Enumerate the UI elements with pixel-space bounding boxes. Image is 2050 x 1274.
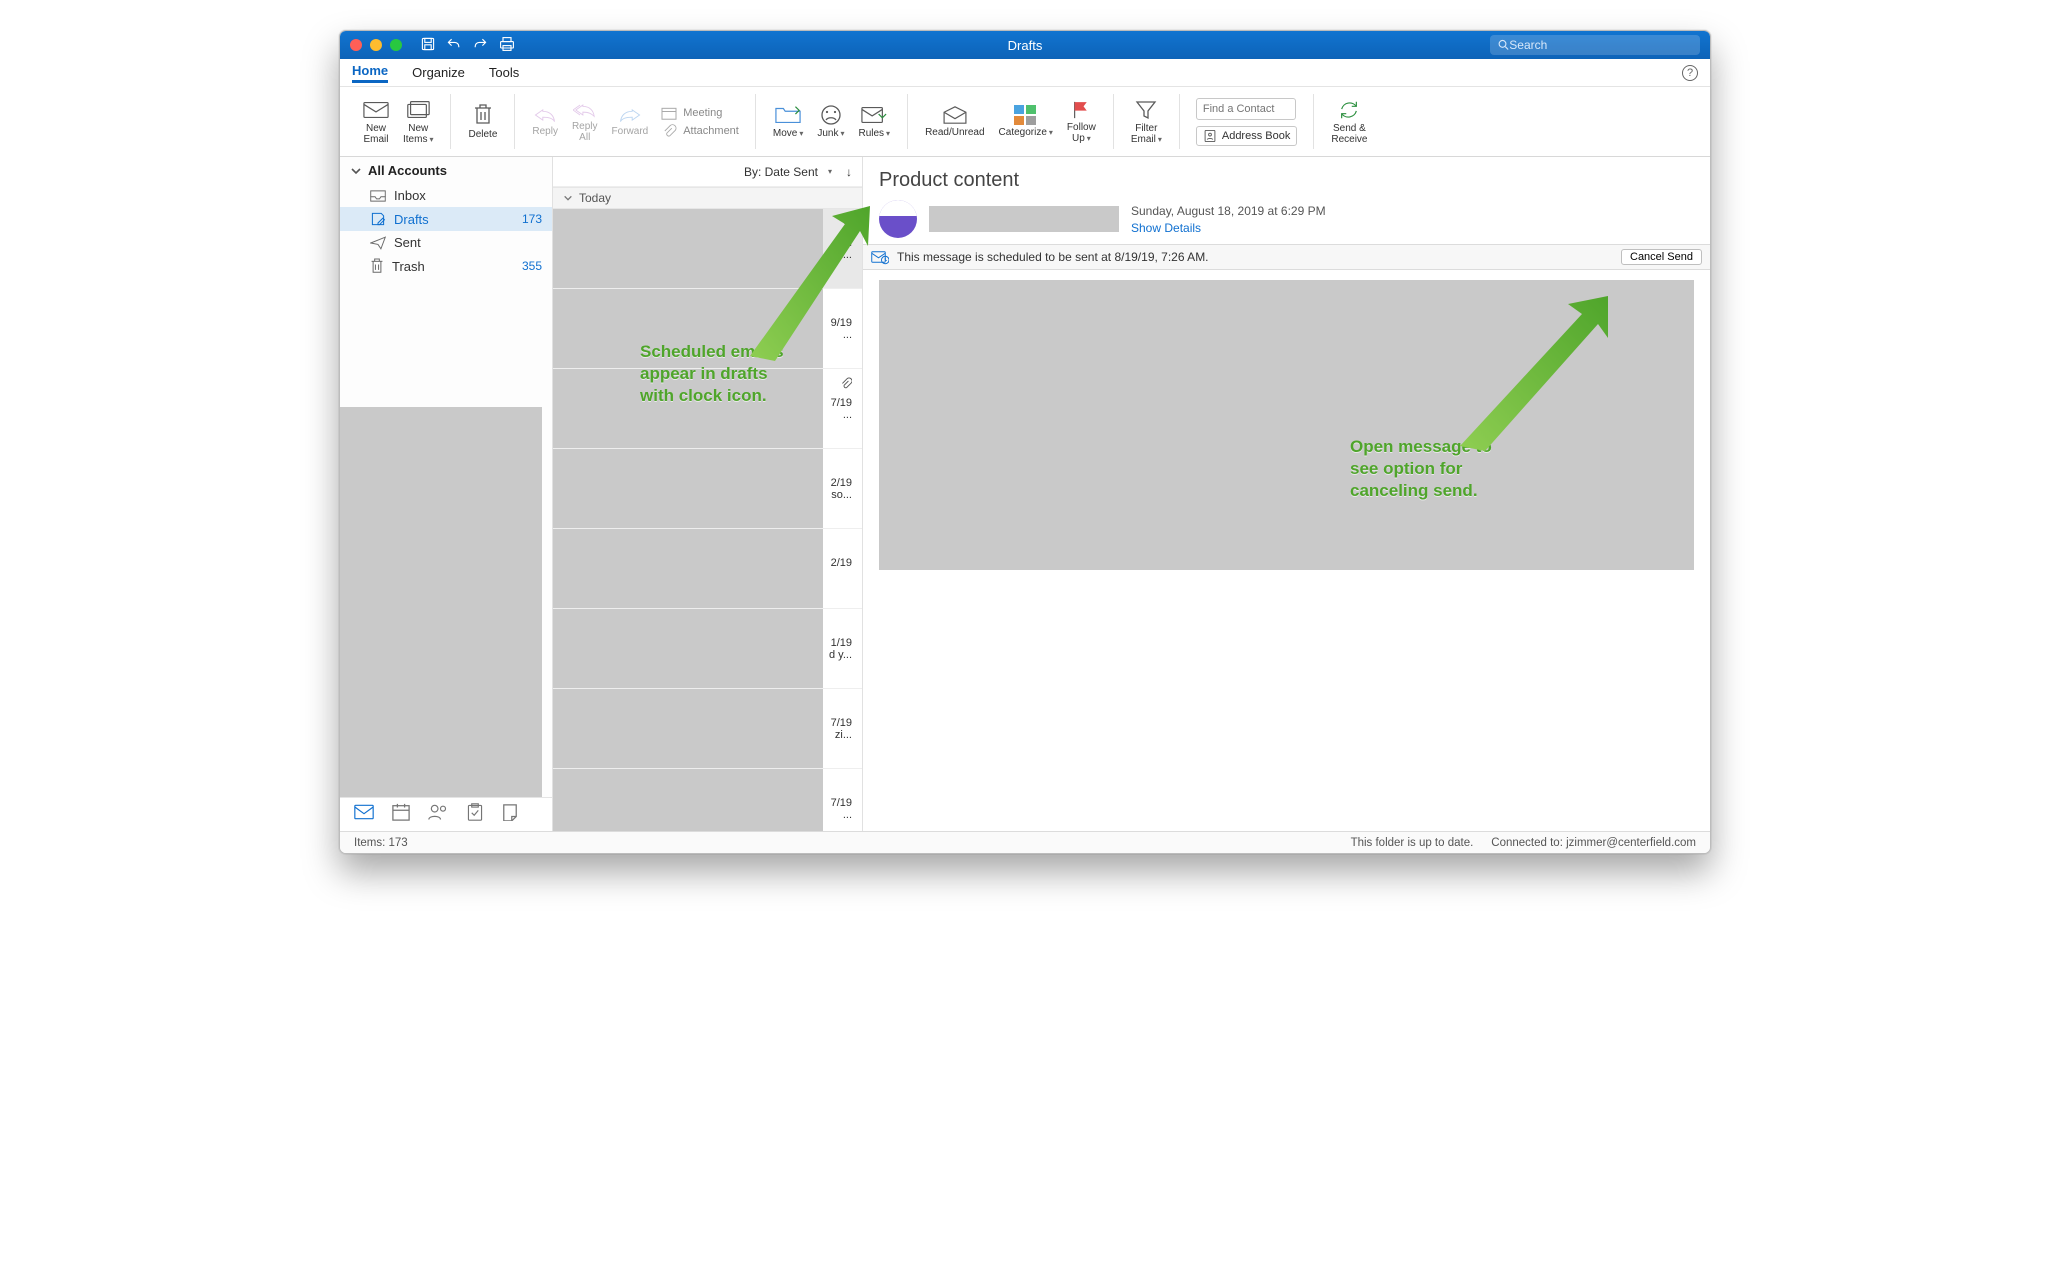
sidebar-item-sent[interactable]: Sent <box>340 231 552 254</box>
sidebar-item-all-accounts[interactable]: All Accounts <box>340 157 552 184</box>
ribbon-tab-organize[interactable]: Organize <box>412 65 465 80</box>
delete-button[interactable]: Delete <box>461 101 504 142</box>
reading-pane: Product content Sunday, August 18, 2019 … <box>863 157 1710 831</box>
new-items-button[interactable]: New Items▾ <box>396 97 440 147</box>
status-sync: This folder is up to date. <box>1351 837 1474 849</box>
schedule-info-bar: This message is scheduled to be sent at … <box>863 244 1710 270</box>
sender-redaction <box>929 206 1119 232</box>
search-input[interactable] <box>1509 38 1692 52</box>
ribbon-tab-home[interactable]: Home <box>352 63 388 83</box>
reply-all-button: Reply All <box>565 99 605 145</box>
ribbon-tab-tools[interactable]: Tools <box>489 65 519 80</box>
close-window-button[interactable] <box>350 39 362 51</box>
sort-label: By: Date Sent <box>744 165 818 179</box>
maximize-window-button[interactable] <box>390 39 402 51</box>
status-item-count: Items: 173 <box>354 837 408 849</box>
print-icon[interactable] <box>498 36 516 55</box>
meeting-button: Meeting <box>661 106 739 120</box>
nav-people-icon[interactable] <box>428 803 448 826</box>
categorize-button[interactable]: Categorize▾ <box>992 103 1060 140</box>
read-unread-button[interactable]: Read/Unread <box>918 103 991 140</box>
message-item[interactable]: PM ny... <box>553 209 862 289</box>
message-item[interactable]: 1/19 d y... <box>553 609 862 689</box>
content-area: All Accounts InboxDrafts173SentTrash355 … <box>340 157 1710 831</box>
ribbon: New Email New Items▾ Delete Reply Reply … <box>340 87 1710 157</box>
message-header: Sunday, August 18, 2019 at 6:29 PM Show … <box>863 200 1710 244</box>
undo-icon[interactable] <box>446 36 462 55</box>
sort-bar[interactable]: By: Date Sent▾ ↓ <box>553 157 862 187</box>
message-item[interactable]: 7/19 ... <box>553 769 862 831</box>
help-icon[interactable]: ? <box>1682 65 1698 81</box>
sidebar-item-trash[interactable]: Trash355 <box>340 254 552 278</box>
message-item[interactable]: 2/19 so... <box>553 449 862 529</box>
group-header-today[interactable]: Today <box>553 187 862 209</box>
status-bar: Items: 173 This folder is up to date. Co… <box>340 831 1710 853</box>
search-box[interactable] <box>1490 35 1700 55</box>
nav-calendar-icon[interactable] <box>392 803 410 826</box>
sidebar-redaction <box>340 407 542 797</box>
junk-button[interactable]: Junk▾ <box>810 102 851 141</box>
reply-button: Reply <box>525 104 565 139</box>
nav-notes-icon[interactable] <box>502 803 518 826</box>
minimize-window-button[interactable] <box>370 39 382 51</box>
sender-avatar <box>879 200 917 238</box>
sidebar-item-drafts[interactable]: Drafts173 <box>340 207 552 231</box>
message-item[interactable]: 9/19 ... <box>553 289 862 369</box>
new-email-button[interactable]: New Email <box>356 97 396 147</box>
message-subject: Product content <box>863 157 1710 200</box>
app-window: Drafts Home Organize Tools ? New Email New… <box>339 30 1711 854</box>
forward-button: Forward <box>605 104 656 139</box>
address-book-button[interactable]: Address Book <box>1196 126 1297 146</box>
move-button[interactable]: Move▾ <box>766 102 810 141</box>
cancel-send-button[interactable]: Cancel Send <box>1621 249 1702 265</box>
nav-mail-icon[interactable] <box>354 804 374 825</box>
redo-icon[interactable] <box>472 36 488 55</box>
show-details-link[interactable]: Show Details <box>1131 221 1326 235</box>
attachment-icon <box>840 377 852 394</box>
follow-up-button[interactable]: Follow Up▾ <box>1060 98 1103 146</box>
rules-button[interactable]: Rules▾ <box>851 102 897 141</box>
titlebar: Drafts <box>340 31 1710 59</box>
find-contact-input[interactable] <box>1196 98 1296 120</box>
nav-tasks-icon[interactable] <box>466 803 484 826</box>
send-receive-button[interactable]: Send & Receive <box>1324 97 1374 147</box>
quick-access-toolbar <box>420 36 516 55</box>
message-item[interactable]: 7/19 zi... <box>553 689 862 769</box>
message-item[interactable]: 2/19 <box>553 529 862 609</box>
message-list-pane: By: Date Sent▾ ↓ Today PM ny...9/19 ...7… <box>553 157 863 831</box>
filter-email-button[interactable]: Filter Email▾ <box>1124 97 1169 147</box>
message-body-redaction <box>879 280 1694 570</box>
schedule-message: This message is scheduled to be sent at … <box>897 250 1209 264</box>
save-icon[interactable] <box>420 36 436 55</box>
message-date: Sunday, August 18, 2019 at 6:29 PM <box>1131 204 1326 218</box>
sidebar-item-inbox[interactable]: Inbox <box>340 184 552 207</box>
ribbon-tabs: Home Organize Tools ? <box>340 59 1710 87</box>
scheduled-clock-icon <box>840 212 856 228</box>
status-connection: Connected to: jzimmer@centerfield.com <box>1491 837 1696 849</box>
folder-sidebar: All Accounts InboxDrafts173SentTrash355 <box>340 157 553 831</box>
message-item[interactable]: 7/19 ... <box>553 369 862 449</box>
attachment-button: Attachment <box>661 124 739 138</box>
nav-bar <box>340 797 552 831</box>
